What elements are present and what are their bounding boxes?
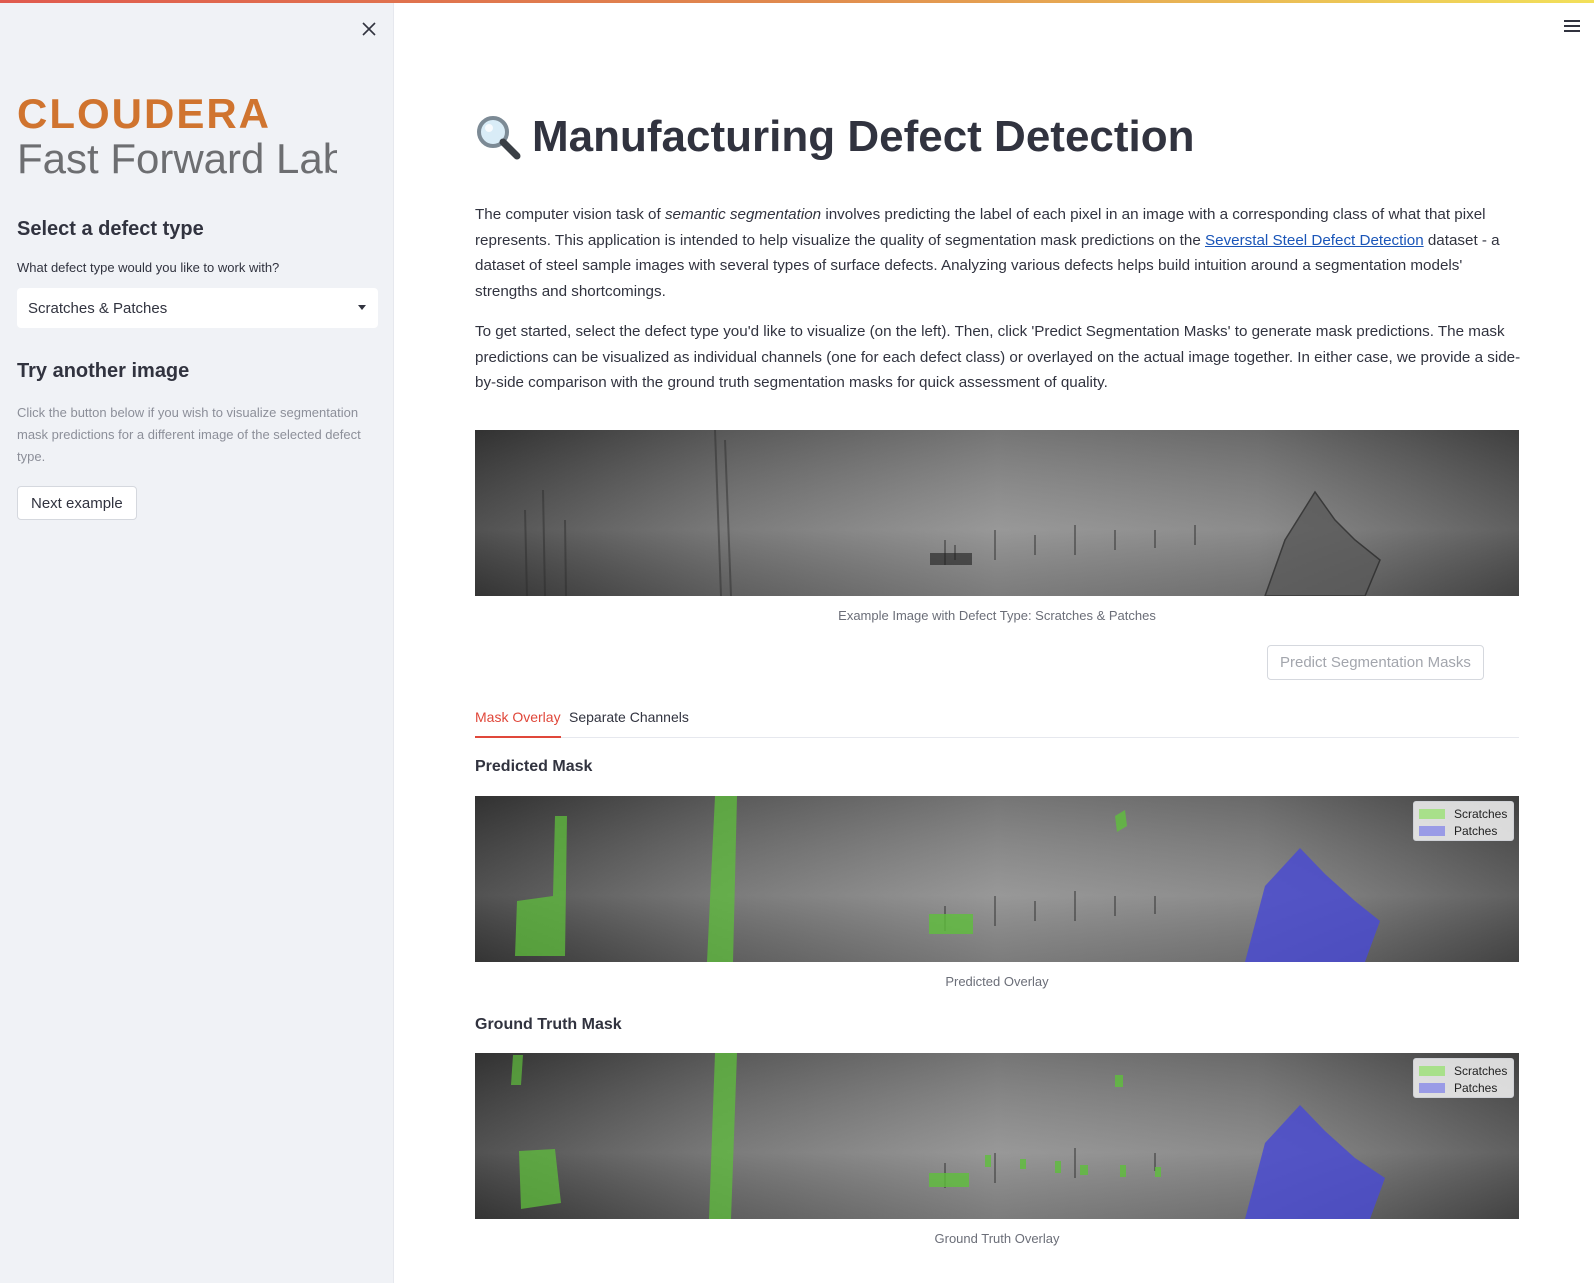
magnifying-glass-icon [474, 113, 522, 161]
page-title: Manufacturing Defect Detection [474, 112, 1195, 162]
cloudera-ffl-logo: CLOUDERA Fast Forward Labs [17, 92, 337, 182]
logo-bottom-text: Fast Forward Labs [17, 135, 337, 182]
section-title-another-image: Try another image [17, 360, 190, 382]
logo-top-text: CLOUDERA [17, 92, 271, 137]
example-steel-image [475, 430, 1519, 596]
caret-down-icon [358, 305, 366, 310]
example-image-caption: Example Image with Defect Type: Scratche… [838, 608, 1156, 623]
page-title-text: Manufacturing Defect Detection [532, 112, 1195, 161]
intro-text-a: The computer vision task of [475, 206, 665, 223]
legend-item-scratches: Scratches [1419, 807, 1507, 821]
view-tabs: Mask Overlay Separate Channels [475, 705, 1519, 738]
ground-truth-mask-title: Ground Truth Mask [475, 1016, 622, 1033]
legend-swatch-patches [1419, 1083, 1445, 1093]
legend-swatch-patches [1419, 826, 1445, 836]
section-title-defect-type: Select a defect type [17, 218, 204, 240]
help-text: Click the button below if you wish to vi… [17, 405, 361, 464]
legend-label-scratches: Scratches [1454, 1064, 1508, 1078]
legend-swatch-scratches [1419, 1066, 1445, 1076]
select-value: Scratches & Patches [28, 299, 168, 317]
intro-paragraph: The computer vision task of semantic seg… [475, 202, 1525, 304]
legend-label-patches: Patches [1454, 1081, 1498, 1095]
tab-mask-overlay[interactable]: Mask Overlay [475, 709, 561, 738]
predicted-legend: Scratches Patches [1413, 801, 1514, 841]
defect-type-select[interactable]: Scratches & Patches [17, 288, 378, 328]
legend-label-patches: Patches [1454, 824, 1498, 838]
close-sidebar-icon[interactable] [356, 16, 382, 42]
select-label: What defect type would you like to work … [17, 260, 280, 275]
predicted-overlay-image: Scratches Patches [475, 796, 1519, 962]
top-decoration-stripe [0, 0, 1594, 3]
legend-item-patches: Patches [1419, 824, 1497, 838]
legend-swatch-scratches [1419, 809, 1445, 819]
tab-separate-channels[interactable]: Separate Channels [569, 709, 689, 738]
ground-truth-overlay-image: Scratches Patches [475, 1053, 1519, 1219]
legend-label-scratches: Scratches [1454, 807, 1508, 821]
severstal-dataset-link[interactable]: Severstal Steel Defect Detection [1205, 232, 1424, 249]
ground-truth-legend: Scratches Patches [1413, 1058, 1514, 1098]
hamburger-menu-icon[interactable] [1564, 20, 1580, 32]
predict-segmentation-masks-button[interactable]: Predict Segmentation Masks [1267, 645, 1484, 680]
legend-item-scratches: Scratches [1419, 1064, 1507, 1078]
sidebar: CLOUDERA Fast Forward Labs Select a defe… [0, 0, 394, 1283]
instructions-paragraph: To get started, select the defect type y… [475, 323, 1521, 391]
predicted-overlay-caption: Predicted Overlay [945, 974, 1049, 989]
intro-emphasis: semantic segmentation [664, 206, 822, 223]
legend-item-patches: Patches [1419, 1081, 1497, 1095]
predicted-mask-title: Predicted Mask [475, 758, 593, 775]
next-example-button[interactable]: Next example [17, 486, 137, 520]
ground-truth-overlay-caption: Ground Truth Overlay [934, 1231, 1060, 1246]
